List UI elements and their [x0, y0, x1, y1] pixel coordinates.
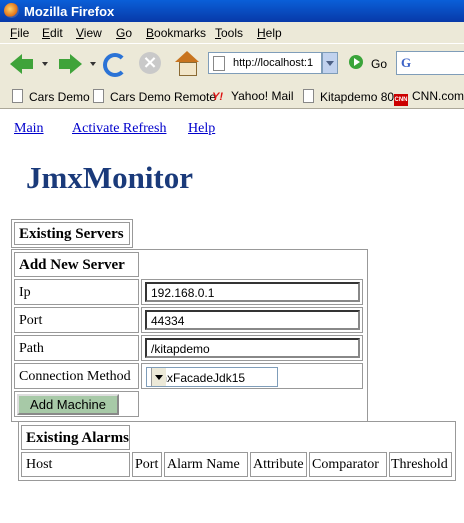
alarms-col-alarm-name: Alarm Name [164, 452, 248, 477]
bookmark-cars-demo-remote[interactable]: Cars Demo Remote [93, 89, 216, 104]
existing-alarms-header: Existing Alarms [21, 425, 130, 450]
ip-cell: 192.168.0.1 [141, 279, 363, 305]
existing-servers-header-text: Existing Servers [19, 226, 124, 242]
reload-icon[interactable] [100, 50, 128, 78]
existing-servers-header: Existing Servers [14, 222, 130, 245]
path-label-text: Path [19, 341, 44, 356]
existing-servers-table: Existing Servers [11, 219, 133, 248]
yahoo-icon: Y! [212, 91, 223, 103]
bookmark-label: Yahoo! Mail [231, 89, 294, 103]
connection-method-cell: JmxFacadeJdk15 [141, 363, 363, 389]
connection-method-label-text: Connection Method [19, 369, 131, 384]
existing-alarms-header-text: Existing Alarms [26, 430, 129, 446]
url-bar[interactable]: http://localhost:1 [208, 52, 322, 74]
menu-go[interactable]: Go [116, 26, 132, 40]
add-machine-button[interactable]: Add Machine [17, 394, 119, 415]
link-help[interactable]: Help [188, 121, 215, 137]
forward-dropdown-icon[interactable] [90, 62, 96, 66]
alarms-col-host-text: Host [26, 457, 53, 472]
page-title: JmxMonitor [26, 160, 194, 195]
window-title: Mozilla Firefox [24, 4, 115, 19]
alarms-col-attribute-text: Attribute [253, 457, 304, 472]
bookmark-page-icon [303, 89, 314, 103]
bookmark-cars-demo[interactable]: Cars Demo [12, 89, 90, 104]
page-icon [213, 56, 225, 71]
page-content: Main Activate Refresh Help JmxMonitor Ex… [0, 109, 464, 523]
window-title-bar: Mozilla Firefox [0, 0, 464, 22]
alarms-col-threshold-text: Threshold [391, 457, 448, 472]
add-server-header: Add New Server [14, 252, 139, 277]
bookmark-label: Cars Demo Remote [110, 90, 217, 104]
path-cell: /kitapdemo [141, 335, 363, 361]
link-main[interactable]: Main [14, 121, 44, 137]
port-cell: 44334 [141, 307, 363, 333]
forward-arrow-icon[interactable] [56, 50, 84, 78]
firefox-icon [4, 3, 19, 18]
menu-bookmarks[interactable]: Bookmarks [146, 26, 206, 40]
path-input[interactable]: /kitapdemo [145, 338, 360, 358]
alarms-col-host: Host [21, 452, 130, 477]
add-server-table: Add New Server Ip 192.168.0.1 Port 44334… [11, 249, 368, 422]
go-icon[interactable] [349, 55, 363, 69]
back-dropdown-icon[interactable] [42, 62, 48, 66]
alarms-col-threshold: Threshold [389, 452, 452, 477]
stop-icon[interactable] [137, 50, 165, 78]
bookmarks-toolbar: Cars Demo Cars Demo Remote Y! Yahoo! Mail… [0, 84, 464, 109]
ip-input[interactable]: 192.168.0.1 [145, 282, 360, 302]
search-box[interactable]: G [396, 51, 464, 75]
bookmark-page-icon [93, 89, 104, 103]
bookmark-label: CNN.com [412, 89, 464, 103]
google-search-icon: G [401, 55, 412, 70]
alarms-col-comparator: Comparator [309, 452, 387, 477]
bookmark-page-icon [12, 89, 23, 103]
menu-file[interactable]: File [10, 26, 29, 40]
add-machine-cell: Add Machine [14, 391, 139, 417]
connection-method-select[interactable]: JmxFacadeJdk15 [146, 367, 278, 387]
port-label: Port [14, 307, 139, 333]
home-icon[interactable] [173, 50, 201, 78]
go-button-label[interactable]: Go [371, 57, 387, 71]
bookmark-yahoo-mail[interactable]: Y! Yahoo! Mail [212, 89, 293, 103]
url-dropdown-button[interactable] [322, 52, 338, 74]
alarms-col-comparator-text: Comparator [312, 457, 379, 472]
connection-method-label: Connection Method [14, 363, 139, 389]
alarms-col-attribute: Attribute [250, 452, 307, 477]
alarms-col-port-text: Port [135, 457, 159, 472]
ip-label-text: Ip [19, 285, 31, 300]
menu-tools[interactable]: Tools [215, 26, 243, 40]
path-label: Path [14, 335, 139, 361]
cnn-icon: CNN [394, 94, 408, 106]
menu-edit[interactable]: Edit [42, 26, 63, 40]
url-text: http://localhost:1 [233, 57, 314, 69]
port-label-text: Port [19, 313, 43, 328]
bookmark-label: Cars Demo [29, 90, 90, 104]
menu-view[interactable]: View [76, 26, 102, 40]
ip-label: Ip [14, 279, 139, 305]
alarms-col-alarm-name-text: Alarm Name [167, 457, 240, 472]
bookmark-label: Kitapdemo 80 [320, 90, 395, 104]
bookmark-kitapdemo-80[interactable]: Kitapdemo 80 [303, 89, 394, 104]
menu-help[interactable]: Help [257, 26, 282, 40]
port-input[interactable]: 44334 [145, 310, 360, 330]
link-activate-refresh[interactable]: Activate Refresh [72, 121, 166, 137]
menu-bar: File Edit View Go Bookmarks Tools Help [0, 22, 464, 43]
alarms-col-port: Port [132, 452, 162, 477]
bookmark-cnn[interactable]: CNN CNN.com [394, 89, 464, 106]
add-server-header-text: Add New Server [19, 257, 125, 273]
back-arrow-icon[interactable] [8, 50, 36, 78]
existing-alarms-table: Existing Alarms Host Port Alarm Name Att… [18, 421, 456, 481]
chevron-down-icon[interactable] [151, 368, 166, 386]
